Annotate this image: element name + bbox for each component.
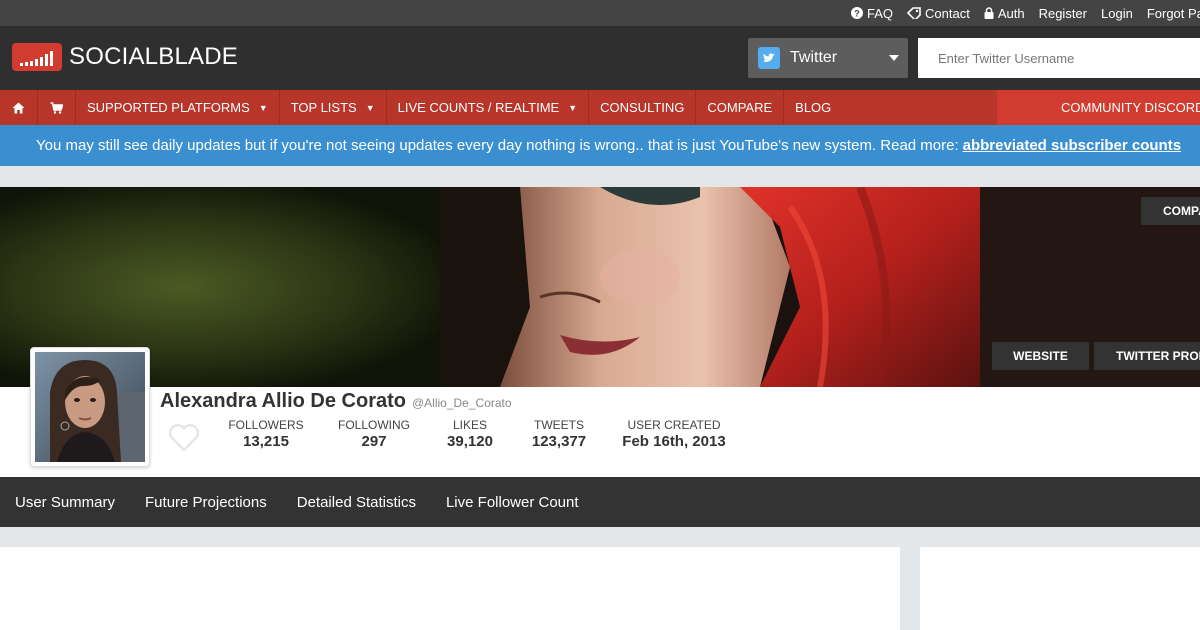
stat-value: 39,120 — [447, 433, 493, 450]
notice-banner: You may still see daily updates but if y… — [0, 125, 1200, 166]
home-icon — [12, 102, 25, 113]
signal-bars-icon — [12, 43, 62, 71]
profile-handle: @Allio_De_Corato — [411, 396, 512, 410]
chevron-down-icon — [889, 55, 899, 61]
svg-text:?: ? — [854, 9, 860, 19]
nav-top-lists-label: TOP LISTS — [290, 100, 357, 115]
question-circle-icon: ? — [851, 7, 863, 19]
caret-down-icon: ▼ — [365, 102, 375, 113]
login-link[interactable]: Login — [1101, 6, 1133, 21]
stat-value: 123,377 — [531, 433, 587, 450]
profile-name: Alexandra Allio De Corato — [160, 390, 406, 412]
notice-text: You may still see daily updates but if y… — [36, 137, 959, 154]
platform-select[interactable]: Twitter — [748, 38, 908, 78]
profile-banner: COMPARE WEBSITE TWITTER PROFILE — [0, 187, 1200, 387]
profile-identity: Alexandra Allio De Corato @Allio_De_Cora… — [160, 390, 512, 413]
stat-tweets: TWEETS 123,377 — [524, 418, 594, 450]
avatar — [30, 347, 150, 467]
twitter-profile-button[interactable]: TWITTER PROFILE — [1094, 342, 1200, 370]
stat-label: TWEETS — [534, 418, 584, 432]
platform-label: Twitter — [790, 49, 838, 66]
tab-detailed-statistics[interactable]: Detailed Statistics — [297, 494, 416, 511]
stat-value: 297 — [361, 433, 387, 450]
stat-label: LIKES — [452, 418, 488, 432]
favorite-heart-icon[interactable] — [168, 424, 200, 452]
forgot-password-link[interactable]: Forgot Pa — [1147, 6, 1200, 21]
notice-link[interactable]: abbreviated subscriber counts — [963, 137, 1181, 154]
tab-user-summary[interactable]: User Summary — [15, 494, 115, 511]
top-utility-bar: ? FAQ Contact Auth Register Login Forgot… — [0, 0, 1200, 26]
stat-label: USER CREATED — [627, 418, 721, 432]
stat-label: FOLLOWING — [337, 418, 410, 432]
stat-user-created: USER CREATED Feb 16th, 2013 — [618, 418, 730, 450]
stat-value: 13,215 — [243, 433, 289, 450]
nav-live-counts-label: LIVE COUNTS / REALTIME — [397, 100, 560, 115]
logo-text: SOCIALBLADE — [69, 43, 238, 70]
nav-shop[interactable] — [38, 90, 76, 125]
stat-value: Feb 16th, 2013 — [622, 433, 726, 450]
compare-button[interactable]: COMPARE — [1141, 197, 1200, 225]
stat-likes: LIKES 39,120 — [440, 418, 500, 450]
lock-icon — [984, 7, 994, 19]
main-nav: SUPPORTED PLATFORMS ▼ TOP LISTS ▼ LIVE COU… — [0, 90, 1200, 125]
contact-link[interactable]: Contact — [907, 6, 970, 21]
auth-label: Auth — [997, 5, 1025, 21]
nav-home[interactable] — [0, 90, 38, 125]
auth-link[interactable]: Auth — [984, 6, 1025, 21]
stat-following: FOLLOWING 297 — [336, 418, 412, 450]
caret-down-icon: ▼ — [258, 102, 268, 113]
tab-future-projections[interactable]: Future Projections — [145, 494, 267, 511]
sidebar-panel — [920, 547, 1200, 630]
nav-blog[interactable]: BLOG — [784, 90, 842, 125]
twitter-bird-icon — [758, 47, 780, 69]
nav-supported-platforms[interactable]: SUPPORTED PLATFORMS ▼ — [76, 90, 280, 125]
tag-icon — [907, 7, 921, 19]
utility-links: ? FAQ Contact Auth Register Login Forgot… — [851, 0, 1200, 26]
stat-followers: FOLLOWERS 13,215 — [228, 418, 304, 450]
contact-label: Contact — [925, 5, 970, 21]
website-button[interactable]: WEBSITE — [992, 342, 1089, 370]
tab-live-follower-count[interactable]: Live Follower Count — [446, 494, 579, 511]
stat-label: FOLLOWERS — [228, 418, 304, 432]
nav-top-lists[interactable]: TOP LISTS ▼ — [280, 90, 387, 125]
site-header: SOCIALBLADE Twitter — [0, 26, 1200, 90]
caret-down-icon: ▼ — [568, 102, 578, 113]
cart-icon — [50, 101, 63, 114]
register-link[interactable]: Register — [1039, 6, 1087, 21]
nav-compare[interactable]: COMPARE — [696, 90, 785, 125]
profile-subnav: User Summary Future Projections Detailed… — [0, 477, 1200, 527]
faq-label: FAQ — [867, 5, 894, 21]
faq-link[interactable]: ? FAQ — [851, 6, 893, 21]
nav-live-counts[interactable]: LIVE COUNTS / REALTIME ▼ — [387, 90, 590, 125]
main-content-panel — [0, 547, 900, 630]
socialblade-logo[interactable]: SOCIALBLADE — [12, 43, 238, 71]
nav-community-discord[interactable]: COMMUNITY DISCORD — [997, 90, 1200, 125]
username-search-input[interactable] — [918, 38, 1200, 78]
nav-supported-platforms-label: SUPPORTED PLATFORMS — [87, 100, 250, 115]
nav-consulting[interactable]: CONSULTING — [589, 90, 697, 125]
